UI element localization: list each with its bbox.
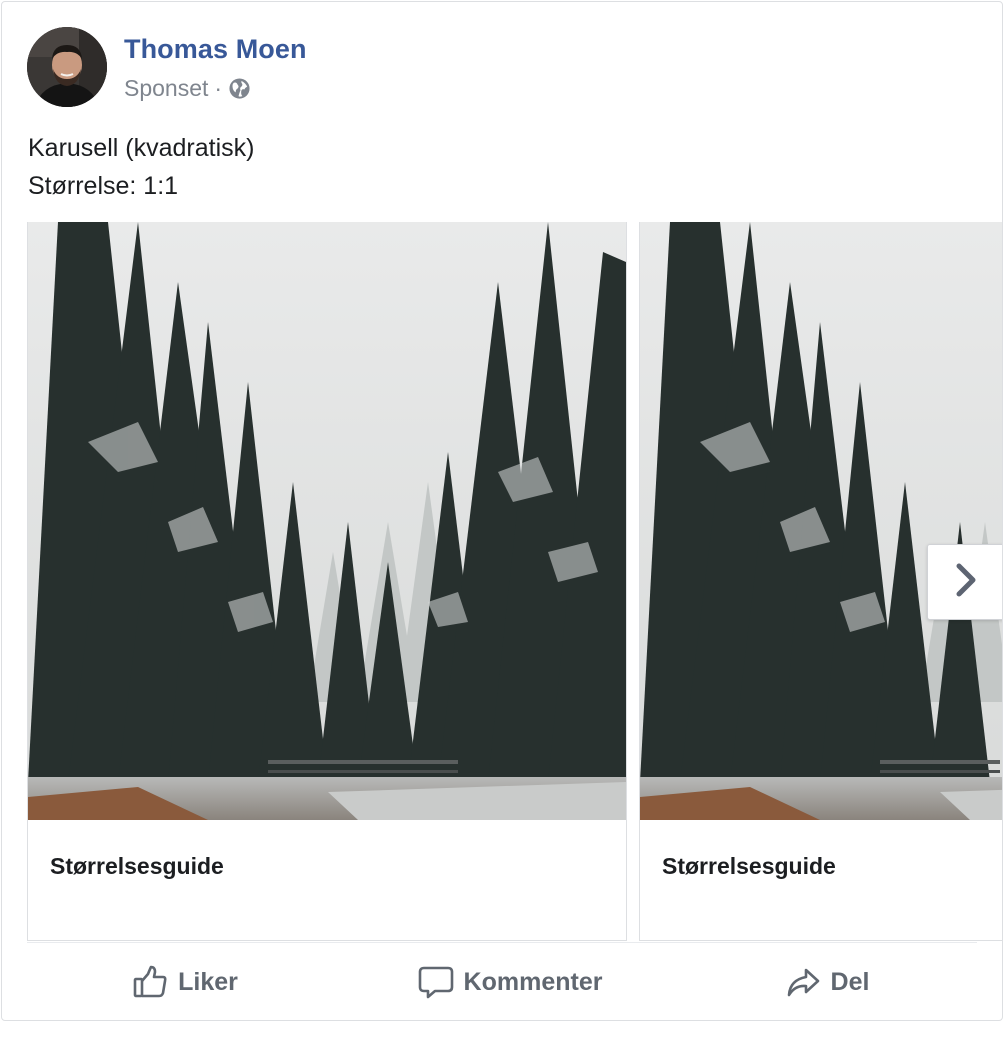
sponsored-label[interactable]: Sponset — [124, 75, 208, 102]
comment-icon — [418, 964, 454, 1000]
carousel-card[interactable]: Størrelsesguide — [27, 222, 627, 941]
post-text-line: Karusell (kvadratisk) — [28, 134, 255, 162]
avatar[interactable] — [27, 27, 107, 107]
card-headline: Størrelsesguide — [662, 853, 836, 879]
like-button[interactable]: Liker — [27, 943, 343, 1020]
globe-icon[interactable] — [228, 77, 251, 100]
share-button[interactable]: Del — [677, 943, 977, 1020]
share-label: Del — [830, 967, 870, 996]
comment-button[interactable]: Kommenter — [343, 943, 677, 1020]
post-text-line: Størrelse: 1:1 — [28, 172, 179, 200]
snowy-forest-photo — [28, 222, 626, 820]
post-text: Karusell (kvadratisk) Størrelse: 1:1 — [28, 129, 254, 205]
carousel-next-button[interactable] — [927, 544, 1002, 620]
carousel: Størrelsesguide Størrelsesguide — [2, 222, 1002, 942]
post-meta: Sponset · — [124, 75, 251, 102]
comment-label: Kommenter — [463, 967, 603, 996]
meta-separator: · — [214, 75, 223, 101]
share-icon — [785, 964, 821, 1000]
post-actions-bar: Liker Kommenter Del — [27, 942, 977, 1020]
like-label: Liker — [178, 967, 238, 996]
sponsored-post: Thomas Moen Sponset · Karusell (kvadrati… — [1, 1, 1003, 1021]
chevron-right-icon — [951, 560, 981, 605]
card-headline: Størrelsesguide — [50, 853, 224, 879]
author-name-link[interactable]: Thomas Moen — [124, 34, 307, 65]
snowy-forest-photo — [640, 222, 1002, 820]
thumbs-up-icon — [132, 964, 168, 1000]
